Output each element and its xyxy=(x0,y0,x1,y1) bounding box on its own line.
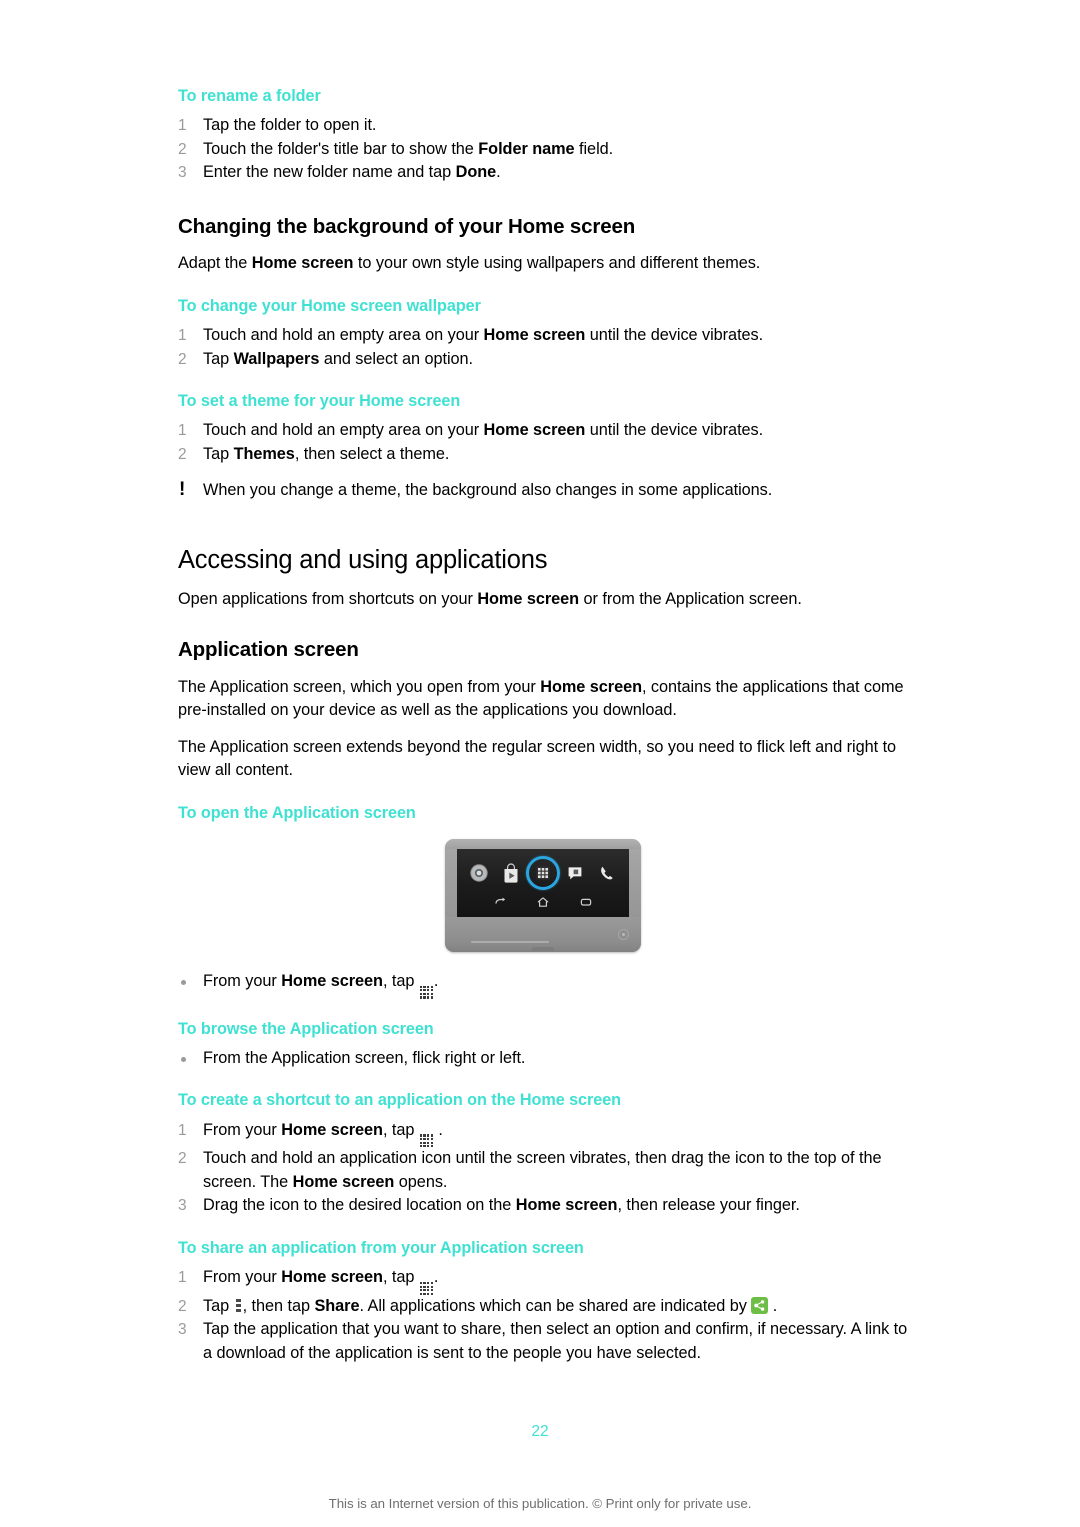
list-item: 1 From your Home screen, tap . xyxy=(178,1119,908,1148)
device-tab xyxy=(532,946,554,951)
task-title-rename-folder: To rename a folder xyxy=(178,87,321,105)
play-store-icon xyxy=(500,862,522,884)
task-title-set-theme: To set a theme for your Home screen xyxy=(178,392,461,411)
step-number: 2 xyxy=(178,1297,187,1315)
exclamation-icon: ! xyxy=(179,479,186,501)
device-screen xyxy=(457,848,629,917)
footer-copyright-note: This is an Internet version of this publ… xyxy=(328,1496,752,1511)
dock-row xyxy=(457,853,629,893)
task-title-browse-app-screen: To browse the Application screen xyxy=(178,1019,434,1038)
step-text: Touch the folder's title bar to show the… xyxy=(203,139,614,158)
page-number: 22 xyxy=(531,1423,549,1440)
task-title-share-app: To share an application from your Applic… xyxy=(178,1238,584,1257)
heading-changing-background: Changing the background of your Home scr… xyxy=(178,214,636,238)
list-item: 1 Touch and hold an empty area on your Ho… xyxy=(178,324,908,348)
list-item: 1 Touch and hold an empty area on your Ho… xyxy=(178,419,908,443)
step-number: 1 xyxy=(178,327,187,345)
bullets-browse-app-screen: From the Application screen, flick right… xyxy=(178,1047,908,1071)
step-number: 1 xyxy=(178,117,187,135)
home-icon xyxy=(536,895,550,913)
step-text: Touch and hold an empty area on your Hom… xyxy=(203,421,764,440)
app-grid-icon xyxy=(419,1134,433,1148)
bullet-text: From the Application screen, flick right… xyxy=(203,1048,526,1067)
note-theme-change: ! When you change a theme, the backgroun… xyxy=(178,479,908,503)
recents-icon xyxy=(579,895,593,913)
step-text: Drag the icon to the desired location on… xyxy=(203,1196,800,1215)
device-bezel-top xyxy=(445,838,641,849)
bullet-dot xyxy=(181,1056,186,1062)
step-number: 3 xyxy=(178,1321,187,1339)
step-number: 1 xyxy=(178,422,187,440)
document-page: To rename a folder 1 Tap the folder to op… xyxy=(0,0,1080,1527)
speaker-slit xyxy=(471,940,549,943)
heading-accessing-apps: Accessing and using applications xyxy=(178,545,548,574)
list-item: From your Home screen, tap . xyxy=(178,970,908,999)
task-title-change-wallpaper: To change your Home screen wallpaper xyxy=(178,296,481,315)
paragraph-application-screen-1: The Application screen, which you open f… xyxy=(178,677,904,720)
messaging-icon xyxy=(564,862,586,884)
paragraph-changing-background-intro: Adapt the Home screen to your own style … xyxy=(178,254,761,273)
step-number: 2 xyxy=(178,350,187,368)
page-content: To rename a folder 1 Tap the folder to op… xyxy=(178,86,908,1365)
step-number: 1 xyxy=(178,1269,187,1287)
step-text: Tap Themes, then select a theme. xyxy=(203,444,450,463)
list-item: 3 Enter the new folder name and tap Done. xyxy=(178,161,908,185)
back-icon xyxy=(493,895,507,913)
step-number: 2 xyxy=(178,1150,187,1168)
note-text: When you change a theme, the background … xyxy=(203,481,773,500)
step-number: 3 xyxy=(178,164,187,182)
steps-change-wallpaper: 1 Touch and hold an empty area on your Ho… xyxy=(178,324,908,371)
step-text: Tap the application that you want to sha… xyxy=(203,1320,908,1362)
phone-illustration xyxy=(178,838,908,952)
step-text: Touch and hold an application icon until… xyxy=(203,1149,882,1191)
camera-lens xyxy=(618,928,629,940)
steps-share-app: 1 From your Home screen, tap . 2 Tap , the… xyxy=(178,1266,908,1365)
app-grid-icon xyxy=(419,1281,433,1295)
phone-icon xyxy=(596,862,618,884)
paragraph-accessing-apps-intro: Open applications from shortcuts on your… xyxy=(178,590,802,609)
list-item: 2 Touch and hold an application icon unti… xyxy=(178,1147,908,1194)
paragraph-application-screen-2: The Application screen extends beyond th… xyxy=(178,737,897,780)
task-title-open-app-screen: To open the Application screen xyxy=(178,803,416,822)
step-text: Tap Wallpapers and select an option. xyxy=(203,349,474,368)
list-item: 2 Tap Themes, then select a theme. xyxy=(178,443,908,467)
list-item: 2 Tap , then tap Share. All applications … xyxy=(178,1295,908,1319)
steps-create-shortcut: 1 From your Home screen, tap . 2 Touch and… xyxy=(178,1119,908,1218)
highlight-ring xyxy=(526,855,560,890)
app-grid-icon xyxy=(526,855,560,890)
list-item: 1 From your Home screen, tap . xyxy=(178,1266,908,1295)
browser-icon xyxy=(468,862,490,884)
app-grid-icon xyxy=(419,985,433,999)
step-number: 2 xyxy=(178,140,187,158)
device-frame xyxy=(445,838,641,952)
device-chin xyxy=(445,916,641,952)
step-text: Tap , then tap Share. All applications w… xyxy=(203,1296,778,1315)
list-item: 1 Tap the folder to open it. xyxy=(178,114,908,138)
overflow-menu-icon xyxy=(235,1298,241,1313)
navigation-bar xyxy=(457,893,629,915)
step-number: 3 xyxy=(178,1197,187,1215)
list-item: 2 Tap Wallpapers and select an option. xyxy=(178,348,908,372)
bullet-dot xyxy=(181,979,186,985)
bullet-text: From your Home screen, tap . xyxy=(203,972,438,999)
task-title-create-shortcut: To create a shortcut to an application o… xyxy=(178,1091,621,1110)
share-icon xyxy=(751,1296,769,1314)
step-number: 2 xyxy=(178,445,187,463)
list-item: From the Application screen, flick right… xyxy=(178,1047,908,1071)
step-text: Touch and hold an empty area on your Hom… xyxy=(203,326,764,345)
list-item: 3 Drag the icon to the desired location o… xyxy=(178,1194,908,1218)
steps-set-theme: 1 Touch and hold an empty area on your Ho… xyxy=(178,419,908,466)
step-text: Tap the folder to open it. xyxy=(203,116,377,135)
steps-rename-folder: 1 Tap the folder to open it. 2 Touch the f… xyxy=(178,114,908,185)
bullets-open-app-screen: From your Home screen, tap . xyxy=(178,970,908,999)
heading-application-screen: Application screen xyxy=(178,637,359,661)
step-number: 1 xyxy=(178,1121,187,1139)
step-text: Enter the new folder name and tap Done. xyxy=(203,163,501,182)
step-text: From your Home screen, tap . xyxy=(203,1268,438,1295)
list-item: 2 Touch the folder's title bar to show th… xyxy=(178,138,908,162)
step-text: From your Home screen, tap . xyxy=(203,1121,443,1148)
list-item: 3 Tap the application that you want to sh… xyxy=(178,1318,908,1365)
